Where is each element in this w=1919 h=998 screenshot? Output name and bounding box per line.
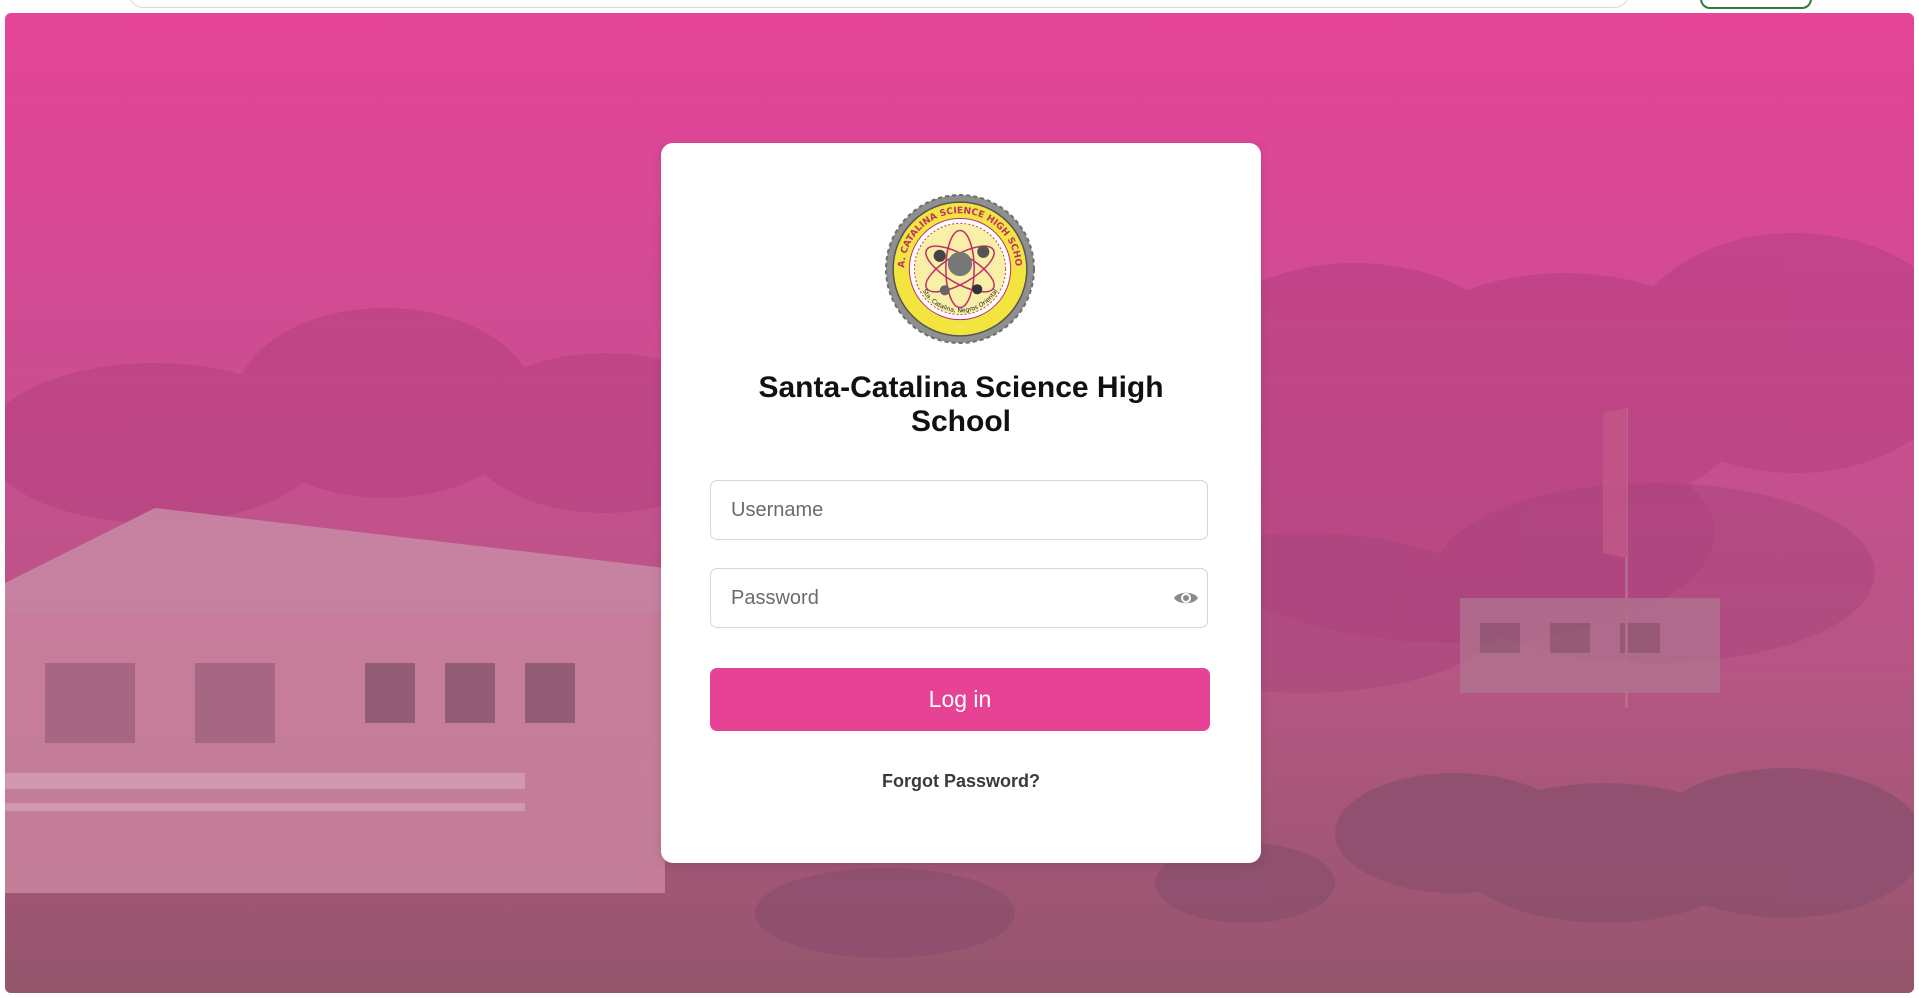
browser-top-strip — [0, 0, 1919, 13]
top-outline-button[interactable] — [1700, 0, 1812, 9]
top-search-field[interactable] — [128, 0, 1630, 8]
forgot-password-link[interactable]: Forgot Password? — [711, 771, 1211, 792]
eye-icon[interactable] — [1173, 589, 1199, 607]
bottom-gap — [0, 993, 1919, 998]
login-card: STA. CATALINA SCIENCE HIGH SCHOOL Sta. C… — [661, 143, 1261, 863]
username-input[interactable] — [710, 480, 1208, 540]
school-logo: STA. CATALINA SCIENCE HIGH SCHOOL Sta. C… — [884, 193, 1035, 344]
school-building — [5, 508, 665, 893]
login-button[interactable]: Log in — [710, 668, 1210, 731]
password-input[interactable] — [710, 568, 1208, 628]
school-title: Santa-Catalina Science High School — [758, 371, 1164, 438]
